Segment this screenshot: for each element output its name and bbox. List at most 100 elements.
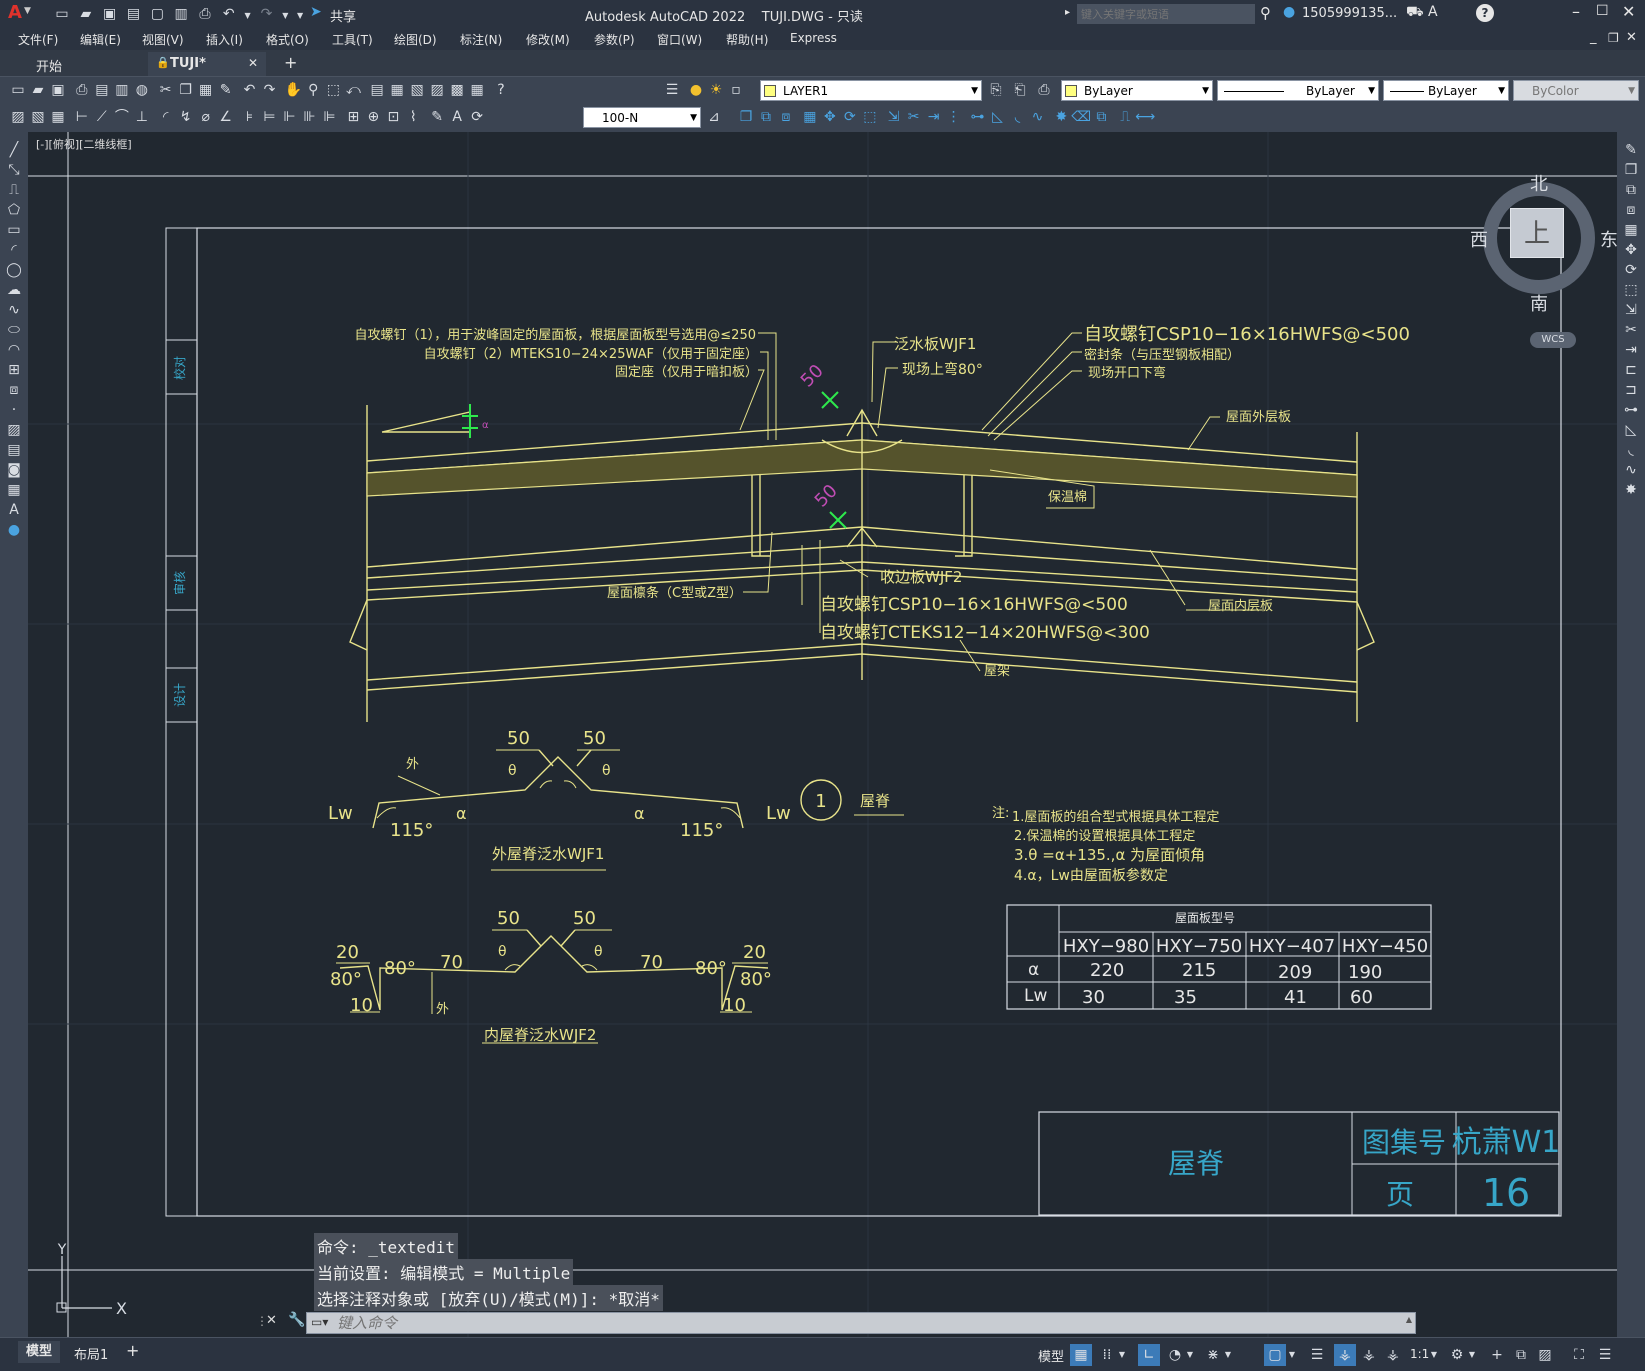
osnap-dropdown-icon[interactable]: ▼ [1286,1344,1298,1366]
erase-icon[interactable]: ⌫ [1071,107,1091,127]
new-tab-button[interactable]: + [284,53,297,72]
mirror-icon[interactable]: ⧉ [756,107,776,127]
array-icon[interactable]: ▦ [800,107,820,127]
new-file-icon[interactable]: ▭ [52,4,72,24]
3d-print-icon[interactable]: ◍ [132,80,152,100]
paste-icon[interactable]: ▦ [196,80,216,100]
rectangle-icon[interactable]: ▭ [4,220,24,240]
revcloud-icon[interactable]: ☁ [4,280,24,300]
isolate-objects-icon[interactable]: ⧉ [1510,1344,1532,1366]
layer-lock-icon[interactable]: ▫ [726,80,746,100]
copy-side-icon[interactable]: ❐ [1621,160,1641,180]
design-center-icon[interactable]: ▦ [387,80,407,100]
command-customize-icon[interactable]: 🔧 [288,1312,305,1328]
model-space-button[interactable]: 模型 [1038,1346,1064,1365]
radius-dim-icon[interactable]: ◜ [156,107,176,127]
doc-minimize-icon[interactable]: _ [1590,30,1597,45]
add-selected-icon[interactable]: ● [4,520,24,540]
menu-insert[interactable]: 插入(I) [206,31,243,48]
grid-icon[interactable]: ▦ [1070,1344,1092,1366]
help-tb-icon[interactable]: ? [491,80,511,100]
markup-icon[interactable]: ▩ [447,80,467,100]
wcs-menu[interactable]: WCS [1530,332,1576,348]
copy-icon[interactable]: ❐ [176,80,196,100]
auto-scale-icon[interactable]: ⚶ [1358,1344,1380,1366]
layer-freeze-icon[interactable]: ☀ [706,80,726,100]
explode-side-icon[interactable]: ✸ [1621,480,1641,500]
menu-edit[interactable]: 编辑(E) [80,31,121,48]
break-side-icon[interactable]: ⊏ [1621,360,1641,380]
redo-icon[interactable]: ↷ [256,4,276,24]
menu-view[interactable]: 视图(V) [142,31,184,48]
chamfer-icon[interactable]: ◺ [987,107,1007,127]
publish-icon[interactable]: ▥ [112,80,132,100]
trim-icon[interactable]: ✂ [904,107,924,127]
layer-dropdown[interactable]: LAYER1 ▼ [760,80,982,101]
osnap-icon[interactable]: ▢ [1264,1344,1286,1366]
menu-format[interactable]: 格式(O) [266,31,309,48]
rotate-side-icon[interactable]: ⟳ [1621,260,1641,280]
continue-icon[interactable]: ⊩ [279,107,299,127]
plot-icon[interactable]: ⎙ [195,4,215,24]
minimize-icon[interactable]: – [1572,2,1580,21]
customize-status-icon[interactable]: ☰ [1594,1344,1616,1366]
save-web-icon[interactable]: ▥ [171,4,191,24]
mtext-icon[interactable]: A [4,500,24,520]
user-account[interactable]: 1505999135... [1302,6,1397,21]
ordinate-icon[interactable]: ⊥ [132,107,152,127]
recent-commands-icon[interactable]: ▭▾ [311,1315,328,1329]
explode-icon[interactable]: ✸ [1051,107,1071,127]
construction-line-icon[interactable]: ⤡ [4,160,24,180]
cut-icon[interactable]: ✂ [156,80,176,100]
circle-icon[interactable]: ◯ [4,260,24,280]
save-as-icon[interactable]: ▤ [123,4,143,24]
tab-layout1[interactable]: 布局1 [74,1344,108,1363]
viewcube-north[interactable]: 北 [1530,170,1548,196]
blend-side-icon[interactable]: ∿ [1621,460,1641,480]
blend-icon[interactable]: ∿ [1027,107,1047,127]
tolerance-icon[interactable]: ⊞ [343,107,363,127]
fillet-side-icon[interactable]: ◟ [1621,440,1641,460]
app-menu-chevron-icon[interactable]: ▼ [24,6,31,16]
polyline-icon[interactable]: ⎍ [4,180,24,200]
stretch-side-icon[interactable]: ⇲ [1621,300,1641,320]
command-input[interactable] [337,1314,1397,1332]
share-button[interactable]: 共享 [330,6,356,25]
rotate-icon[interactable]: ⟳ [840,107,860,127]
aligned-dim-icon[interactable]: ⟋ [92,107,112,127]
doc-restore-icon[interactable]: ❐ [1608,31,1619,45]
viewcube-top-face[interactable]: 上 [1510,208,1564,258]
layer-previous-icon[interactable]: ⎗ [1010,80,1030,100]
ortho-icon[interactable]: ∟ [1138,1344,1160,1366]
viewcube-west[interactable]: 西 [1470,226,1488,252]
app-menu-button[interactable]: A [8,2,22,23]
tab-start[interactable]: 开始 [6,52,146,76]
fillet-icon[interactable]: ◟ [1007,107,1027,127]
tb-a-icon[interactable]: ▨ [8,107,28,127]
save-icon[interactable]: ▣ [100,4,120,24]
workspace-gear-icon[interactable]: ⚙ [1446,1344,1468,1366]
command-scroll-icon[interactable]: ▲ [1406,1315,1412,1324]
scale-icon[interactable]: ⬚ [860,107,880,127]
arc-icon[interactable]: ◜ [4,240,24,260]
menu-tools[interactable]: 工具(T) [332,31,373,48]
annotation-visibility-icon[interactable]: ⚶ [1334,1344,1356,1366]
dimstyle-icon[interactable]: ⊿ [704,107,724,127]
line-icon[interactable]: ╱ [4,140,24,160]
polar-icon[interactable]: ◔ [1164,1344,1186,1366]
open-web-icon[interactable]: ▢ [147,4,167,24]
linetype-dropdown[interactable]: ByLayer ▼ [1217,80,1379,101]
cart-icon[interactable]: ⛟ [1406,4,1424,22]
zoom-realtime-icon[interactable]: ⚲ [303,80,323,100]
annotation-scale-icon[interactable]: ⚶ [1382,1344,1404,1366]
spline-icon[interactable]: ∿ [4,300,24,320]
extend-side-icon[interactable]: ⇥ [1621,340,1641,360]
viewcube[interactable]: 上 北 南 西 东 WCS [1458,162,1617,348]
gradient-icon[interactable]: ▤ [4,440,24,460]
menu-parametric[interactable]: 参数(P) [594,31,635,48]
sheet-set-icon[interactable]: ▨ [427,80,447,100]
angular-icon[interactable]: ∠ [216,107,236,127]
dim-text-edit-icon[interactable]: A [447,107,467,127]
table-icon[interactable]: ▦ [4,480,24,500]
plot-tb-icon[interactable]: ⎙ [72,80,92,100]
